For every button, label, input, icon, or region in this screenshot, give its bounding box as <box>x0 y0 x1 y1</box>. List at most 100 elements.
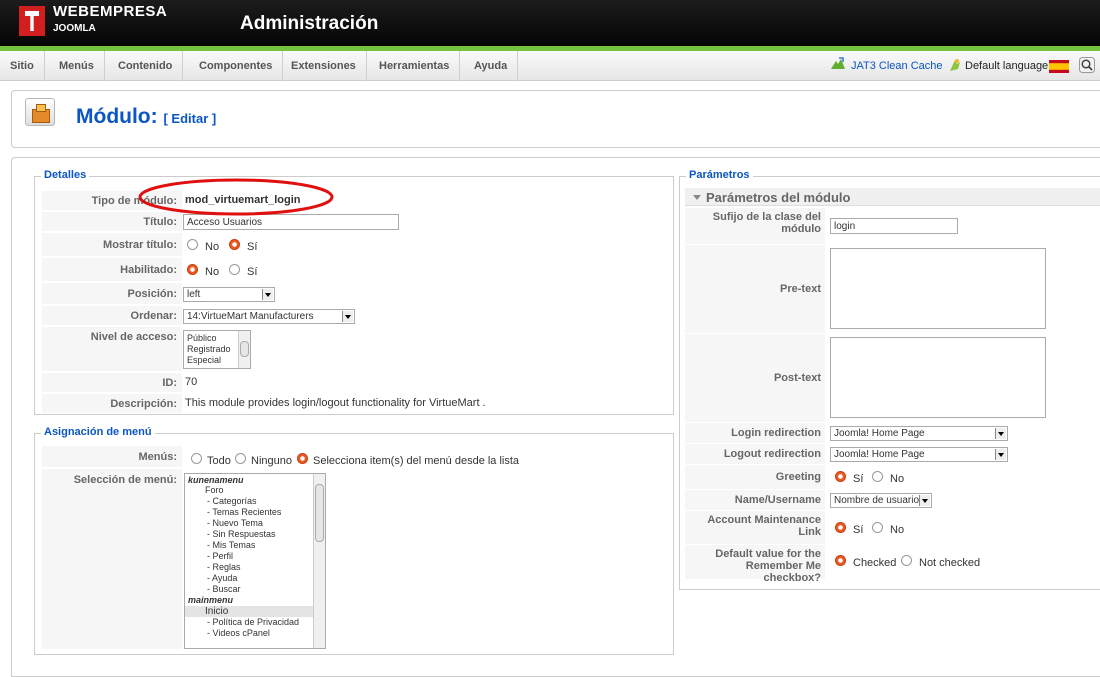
menus-selecciona-radio[interactable] <box>297 453 308 464</box>
logout-redirection-value: Joomla! Home Page <box>834 449 925 460</box>
menu-sitio[interactable]: Sitio <box>0 51 45 81</box>
module-edit-panel: Detalles Tipo de módulo: mod_virtuemart_… <box>11 157 1100 677</box>
list-item[interactable]: - Videos cPanel <box>207 628 270 638</box>
list-item[interactable]: - Perfil <box>207 551 233 561</box>
chevron-down-icon <box>995 428 1006 439</box>
detalles-legend: Detalles <box>41 169 90 181</box>
nivel-option-registrado[interactable]: Registrado <box>187 344 231 354</box>
name-username-label: Name/Username <box>685 490 825 510</box>
seleccion-menu-scrollbar[interactable] <box>313 474 325 648</box>
chevron-down-icon <box>262 289 273 300</box>
nivel-acceso-listbox[interactable]: Público Registrado Especial <box>183 330 251 369</box>
posicion-select[interactable]: left <box>183 287 275 302</box>
posttext-textarea[interactable] <box>830 337 1046 418</box>
habilitado-no-radio[interactable] <box>187 264 198 275</box>
list-item[interactable]: - Nuevo Tema <box>207 518 263 528</box>
habilitado-si-radio[interactable] <box>229 264 240 275</box>
nivel-option-publico[interactable]: Público <box>187 333 217 343</box>
menu-componentes[interactable]: Componentes <box>189 51 284 81</box>
main-menubar: Sitio Menús Contenido Componentes Extens… <box>0 51 1100 81</box>
ordenar-label: Ordenar: <box>42 306 182 326</box>
sufijo-label: Sufijo de la clase del módulo <box>685 208 825 244</box>
ordenar-select-value: 14:VirtueMart Manufacturers <box>187 311 314 322</box>
brand-subtitle: JOOMLA <box>53 23 96 34</box>
detalles-fieldset: Detalles Tipo de módulo: mod_virtuemart_… <box>34 169 674 415</box>
list-item[interactable]: - Sin Respuestas <box>207 529 276 539</box>
mostrar-titulo-si-radio[interactable] <box>229 239 240 250</box>
descripcion-label: Descripción: <box>42 394 182 414</box>
admin-header: WEBEMPRESA JOOMLA Administración <box>0 0 1100 46</box>
list-item[interactable]: Inicio <box>205 606 228 617</box>
pretext-textarea[interactable] <box>830 248 1046 329</box>
login-redirection-select[interactable]: Joomla! Home Page <box>830 426 1008 441</box>
greeting-no-label: No <box>890 473 905 485</box>
posicion-label: Posición: <box>42 283 182 305</box>
logout-redirection-select[interactable]: Joomla! Home Page <box>830 447 1008 462</box>
spanish-flag-icon[interactable] <box>1049 60 1069 73</box>
menu-herramientas[interactable]: Herramientas <box>369 51 461 81</box>
login-redirection-value: Joomla! Home Page <box>834 428 925 439</box>
module-icon <box>25 98 55 126</box>
list-item[interactable]: - Ayuda <box>207 573 237 583</box>
sufijo-input[interactable] <box>830 218 958 234</box>
page-subtitle: [ Editar ] <box>163 111 217 126</box>
posttext-label: Post-text <box>685 334 825 422</box>
menu-contenido[interactable]: Contenido <box>108 51 184 81</box>
chevron-down-icon <box>919 495 930 506</box>
ordenar-select[interactable]: 14:VirtueMart Manufacturers <box>183 309 355 324</box>
mostrar-titulo-no-radio[interactable] <box>187 239 198 250</box>
menus-ninguno-label: Ninguno <box>251 455 292 467</box>
nivel-option-especial[interactable]: Especial <box>187 355 221 365</box>
list-item[interactable]: - Temas Recientes <box>207 507 281 517</box>
highlight-ellipse-annotation <box>138 178 334 216</box>
asignacion-menu-fieldset: Asignación de menú Menús: Todo Ninguno S… <box>34 426 674 655</box>
parametros-section-header[interactable]: Parámetros del módulo <box>685 188 1100 206</box>
jat3-cache-icon[interactable] <box>830 57 846 71</box>
menus-label: Menús: <box>42 446 182 468</box>
list-item[interactable]: - Mis Temas <box>207 540 255 550</box>
page-title: Módulo: [ Editar ] <box>76 105 216 129</box>
chevron-down-icon <box>342 311 353 322</box>
habilitado-no-label: No <box>205 266 220 278</box>
parametros-section-title: Parámetros del módulo <box>706 190 851 205</box>
remember-not-checked-radio[interactable] <box>901 555 912 566</box>
name-username-select[interactable]: Nombre de usuario <box>830 493 932 508</box>
list-item[interactable]: - Buscar <box>207 584 241 594</box>
list-item[interactable]: mainmenu <box>188 595 233 605</box>
remember-checked-radio[interactable] <box>835 555 846 566</box>
id-label: ID: <box>42 373 182 393</box>
menus-todo-radio[interactable] <box>191 453 202 464</box>
habilitado-si-label: Sí <box>247 266 258 278</box>
menu-ayuda[interactable]: Ayuda <box>464 51 519 81</box>
language-icon <box>950 59 960 71</box>
admin-title: Administración <box>240 13 379 34</box>
seleccion-menu-listbox[interactable]: kunenamenu Foro - Categorías - Temas Rec… <box>184 473 326 649</box>
greeting-si-radio[interactable] <box>835 471 846 482</box>
list-item[interactable]: - Reglas <box>207 562 241 572</box>
account-maintenance-label: Account Maintenance Link <box>685 511 825 544</box>
menu-menus[interactable]: Menús <box>49 51 105 81</box>
greeting-no-radio[interactable] <box>872 471 883 482</box>
descripcion-value: This module provides login/logout functi… <box>185 397 486 409</box>
pretext-label: Pre-text <box>685 245 825 333</box>
search-icon[interactable] <box>1079 57 1095 73</box>
habilitado-label: Habilitado: <box>42 258 182 282</box>
title-toolbar: Módulo: [ Editar ] <box>11 90 1100 148</box>
nivel-acceso-scrollbar[interactable] <box>238 331 250 368</box>
greeting-si-label: Sí <box>853 473 864 485</box>
list-item[interactable]: kunenamenu <box>188 475 244 485</box>
menu-extensiones[interactable]: Extensiones <box>281 51 367 81</box>
seleccion-menu-label: Selección de menú: <box>42 469 182 650</box>
joomla-logo-icon <box>19 6 45 36</box>
list-item[interactable]: - Categorías <box>207 496 257 506</box>
account-no-radio[interactable] <box>872 522 883 533</box>
list-item[interactable]: - Política de Privacidad <box>207 617 299 627</box>
list-item[interactable]: Foro <box>205 485 224 495</box>
menus-ninguno-radio[interactable] <box>235 453 246 464</box>
account-si-radio[interactable] <box>835 522 846 533</box>
menus-selecciona-label: Selecciona item(s) del menú desde la lis… <box>313 455 520 467</box>
name-username-value: Nombre de usuario <box>834 495 920 506</box>
mostrar-titulo-si-label: Sí <box>247 241 258 253</box>
jat3-clean-cache-link[interactable]: JAT3 Clean Cache <box>851 51 943 81</box>
greeting-label: Greeting <box>685 465 825 489</box>
